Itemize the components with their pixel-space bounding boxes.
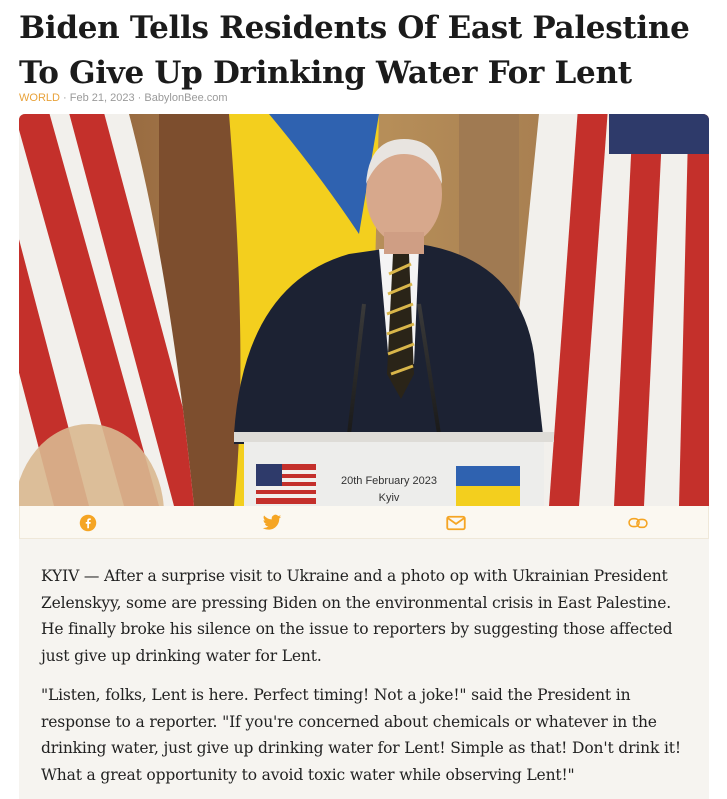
category-link[interactable]: WORLD	[19, 92, 60, 104]
article-source: BabylonBee.com	[144, 92, 228, 104]
article-meta: WORLD · Feb 21, 2023 · BabylonBee.com	[19, 92, 228, 104]
podium-city: Kyiv	[379, 492, 400, 504]
article-body: KYIV — After a surprise visit to Ukraine…	[19, 539, 709, 799]
article-paragraph: "Listen, folks, Lent is here. Perfect ti…	[41, 686, 681, 784]
podium-date: 20th February 2023	[341, 475, 437, 487]
article-headline: Biden Tells Residents Of East Palestine …	[19, 10, 690, 91]
facebook-share-button[interactable]	[78, 513, 98, 533]
email-share-button[interactable]	[446, 513, 466, 533]
twitter-icon	[262, 514, 282, 530]
article-paragraph: KYIV — After a surprise visit to Ukraine…	[41, 567, 673, 665]
link-icon	[628, 517, 648, 529]
meta-separator: ·	[134, 92, 145, 104]
article-date: Feb 21, 2023	[69, 92, 135, 104]
twitter-share-button[interactable]	[262, 513, 282, 533]
meta-separator: ·	[59, 92, 70, 104]
email-icon	[446, 515, 466, 531]
share-bar	[19, 506, 709, 539]
article-image: 20th February 2023 Kyiv	[19, 114, 709, 506]
facebook-icon	[79, 514, 97, 532]
copy-link-button[interactable]	[628, 513, 648, 533]
